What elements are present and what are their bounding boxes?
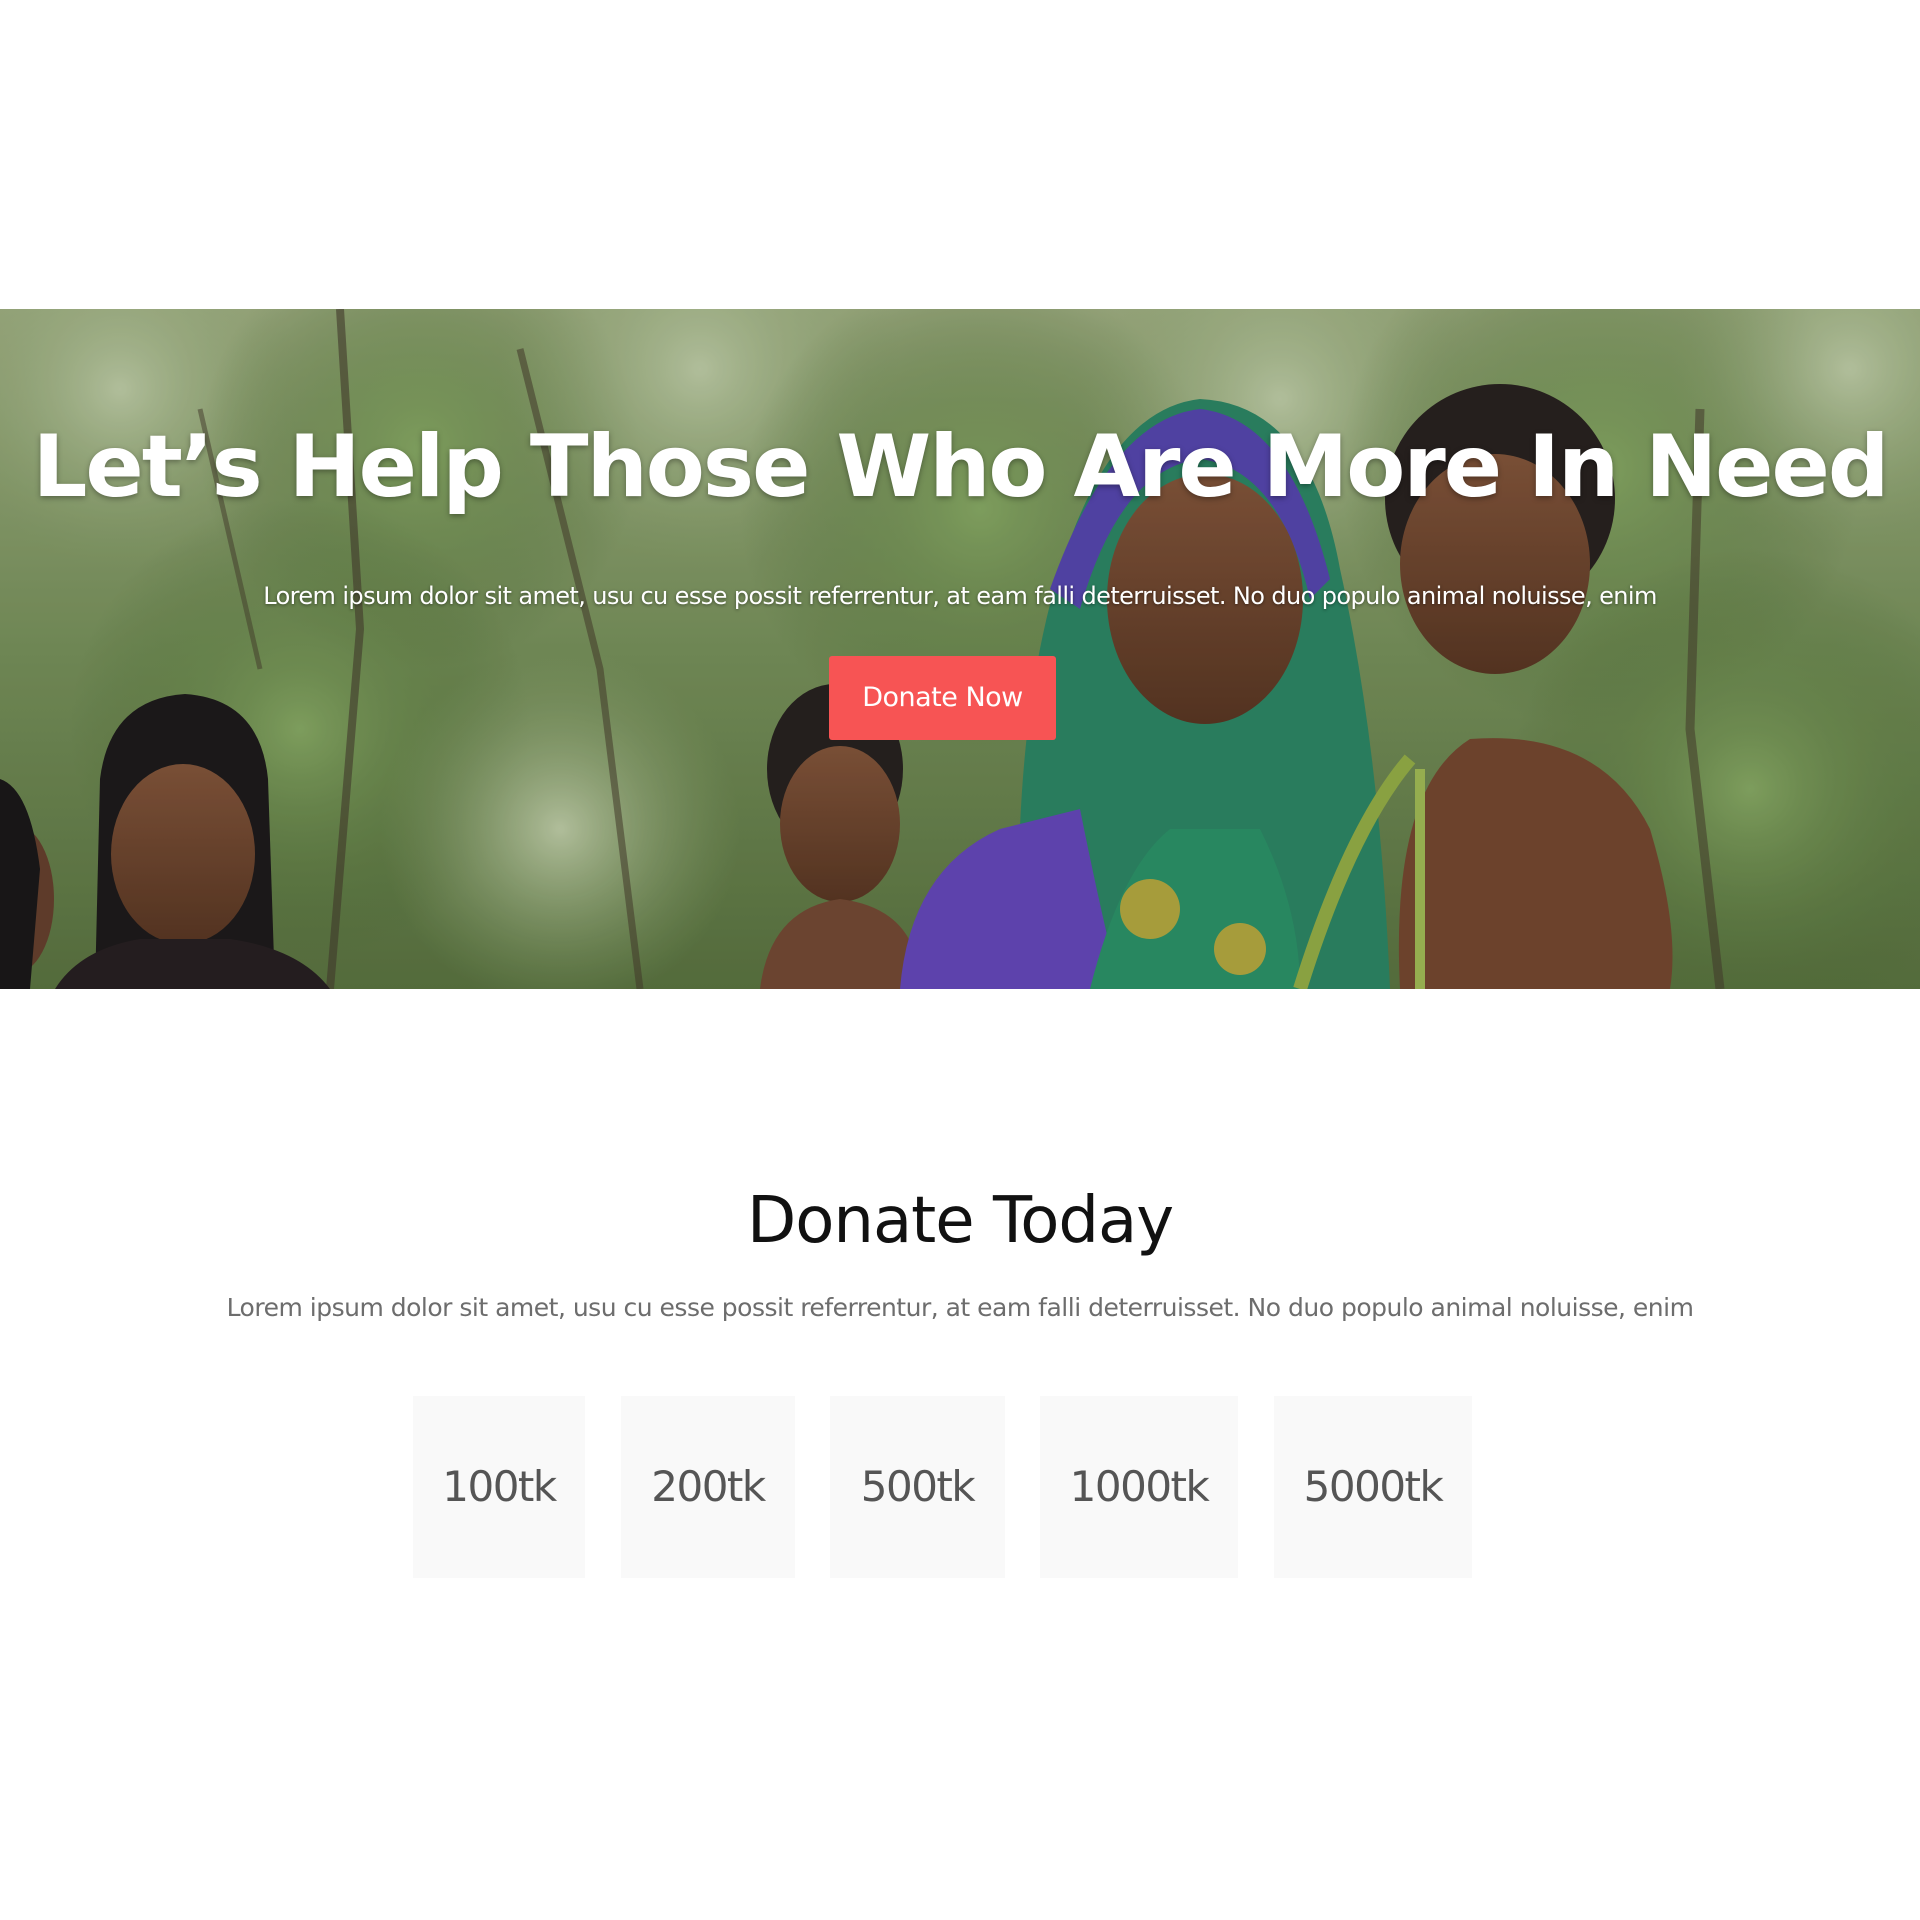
donate-subtitle: Lorem ipsum dolor sit amet, usu cu esse … [226,1293,1694,1322]
hero-subtitle: Lorem ipsum dolor sit amet, usu cu esse … [263,582,1657,610]
donate-title: Donate Today [746,1184,1174,1258]
hero-banner: Let’s Help Those Who Are More In Need Lo… [0,309,1920,989]
amount-option-5000[interactable]: 5000tk [1274,1396,1472,1578]
amount-option-1000[interactable]: 1000tk [1040,1396,1238,1578]
page: Let’s Help Those Who Are More In Need Lo… [0,0,1920,1920]
hero-content: Let’s Help Those Who Are More In Need Lo… [0,309,1920,989]
amount-option-500[interactable]: 500tk [830,1396,1005,1578]
donate-now-button[interactable]: Donate Now [829,656,1056,740]
amount-option-100[interactable]: 100tk [413,1396,585,1578]
amount-option-200[interactable]: 200tk [621,1396,795,1578]
hero-title: Let’s Help Those Who Are More In Need [32,417,1890,517]
